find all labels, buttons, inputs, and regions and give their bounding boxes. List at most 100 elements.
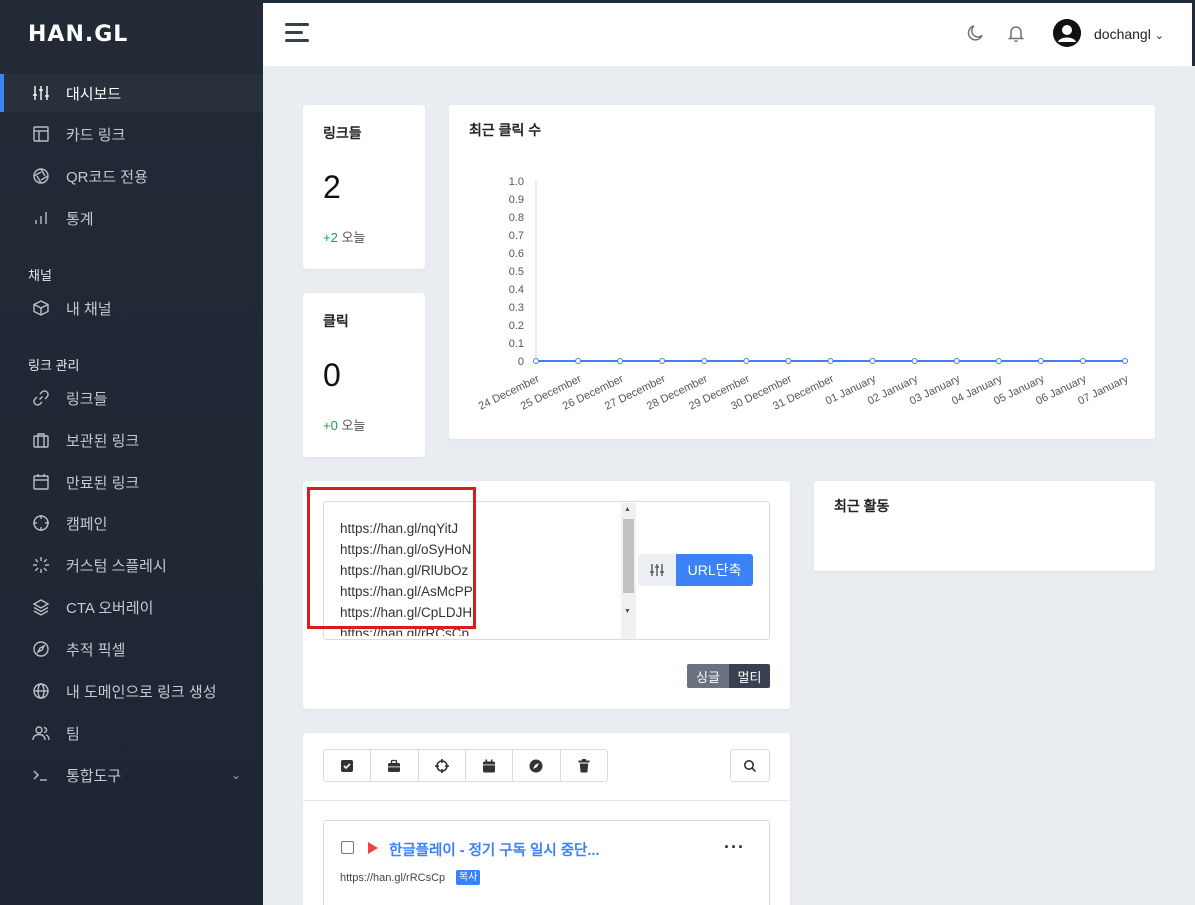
data-point [995, 358, 1002, 364]
check-square-icon [341, 759, 354, 772]
campaign-button[interactable] [419, 750, 466, 781]
recent-activity-title: 최근 활동 [834, 498, 890, 514]
single-toggle[interactable]: 싱글 [687, 664, 729, 688]
chevron-down-icon: ⌄ [1154, 30, 1164, 42]
data-point [701, 358, 708, 364]
terminal-icon [32, 766, 50, 784]
sidebar-item-expired[interactable]: 만료된 링크 [0, 463, 263, 501]
search-icon [744, 759, 757, 772]
logo[interactable]: HAN.GL [28, 22, 128, 47]
data-point [575, 358, 582, 364]
sliders-icon [650, 564, 664, 576]
data-point [533, 358, 539, 364]
options-button[interactable] [638, 554, 676, 586]
y-tick-label: 0 [518, 356, 524, 368]
compass-icon [529, 759, 543, 772]
avatar[interactable] [1053, 19, 1081, 47]
crosshair-icon [434, 758, 449, 773]
section-link-management: 링크 관리 [28, 358, 80, 373]
data-point [785, 358, 792, 364]
shortener-card: https://han.gl/nqYitJ https://han.gl/oSyH… [303, 481, 790, 709]
trash-icon [578, 758, 590, 772]
sidebar-item-links[interactable]: 링크들 [0, 379, 263, 417]
layers-icon [32, 598, 50, 616]
more-options-icon[interactable]: ··· [724, 837, 745, 858]
aperture-icon [32, 167, 50, 185]
sidebar-item-splash[interactable]: 커스텀 스플레시 [0, 546, 263, 584]
shorten-button[interactable]: URL단축 [676, 554, 753, 586]
scrollbar-thumb[interactable] [623, 519, 634, 593]
moon-icon[interactable] [966, 23, 988, 45]
sidebar-item-domain[interactable]: 내 도메인으로 링크 생성 [0, 672, 263, 710]
compass-icon [32, 640, 50, 658]
sidebar-item-archived[interactable]: 보관된 링크 [0, 421, 263, 459]
sidebar-item-label: 커스텀 스플레시 [66, 557, 167, 575]
loader-icon [32, 556, 50, 574]
link-icon [32, 389, 50, 407]
users-icon [32, 724, 50, 742]
data-point [827, 358, 834, 364]
data-point [617, 358, 624, 364]
delta-value: +0 [323, 418, 338, 433]
chevron-down-icon: ⌄ [230, 768, 241, 782]
link-list-card: 한글플레이 - 정기 구독 일시 중단... ··· https://han.g… [303, 733, 790, 905]
list-item: 한글플레이 - 정기 구독 일시 중단... ··· https://han.g… [323, 820, 770, 905]
sidebar-item-cta[interactable]: CTA 오버레이 [0, 588, 263, 626]
stat-delta: +0 오늘 [323, 415, 365, 434]
section-channel: 채널 [28, 268, 52, 283]
calendar-icon [483, 759, 496, 772]
textarea-scrollbar[interactable]: ▲ ▼ [621, 503, 636, 639]
y-tick-label: 0.2 [509, 320, 524, 332]
data-point [1122, 358, 1128, 364]
calendar-icon [32, 473, 50, 491]
data-point [953, 358, 960, 364]
sidebar-item-team[interactable]: 팀 [0, 714, 263, 752]
menu-toggle-icon[interactable] [285, 23, 309, 43]
sidebar-item-dashboard[interactable]: 대시보드 [0, 74, 263, 112]
link-url[interactable]: https://han.gl/rRCsCp [340, 872, 445, 884]
username: dochangl [1094, 26, 1151, 42]
select-all-button[interactable] [324, 750, 372, 781]
delete-button[interactable] [561, 750, 607, 781]
sidebar-item-label: 카드 링크 [66, 126, 126, 144]
scroll-up-icon[interactable]: ▲ [624, 506, 631, 513]
link-title[interactable]: 한글플레이 - 정기 구독 일시 중단... [389, 839, 599, 860]
topbar: dochangl ⌄ [263, 0, 1195, 66]
bulk-toolbar [323, 749, 608, 782]
y-tick-label: 1.0 [509, 176, 524, 188]
scroll-down-icon[interactable]: ▼ [624, 608, 631, 615]
briefcase-icon [32, 431, 50, 449]
data-point [1079, 358, 1086, 364]
divider [303, 800, 790, 801]
layout-icon [32, 125, 50, 143]
data-point [659, 358, 666, 364]
y-tick-label: 0.3 [509, 302, 524, 314]
sidebar-item-pixel[interactable]: 추적 픽셀 [0, 630, 263, 668]
delta-value: +2 [323, 230, 338, 245]
bell-icon[interactable] [1006, 23, 1028, 45]
data-point [743, 358, 750, 364]
search-button[interactable] [730, 749, 770, 782]
row-checkbox[interactable] [341, 841, 354, 854]
sidebar-item-card-link[interactable]: 카드 링크 [0, 115, 263, 153]
sidebar-item-label: 통계 [66, 210, 94, 228]
username-dropdown[interactable]: dochangl ⌄ [1094, 26, 1164, 42]
sidebar-item-label: 통합도구 [66, 767, 122, 785]
data-point [1037, 358, 1044, 364]
sidebar-item-label: 만료된 링크 [66, 474, 140, 492]
archive-button[interactable] [371, 750, 419, 781]
delta-label: 오늘 [341, 418, 366, 433]
sidebar-item-qr[interactable]: QR코드 전용 [0, 157, 263, 195]
sidebar-item-label: 내 도메인으로 링크 생성 [66, 683, 217, 701]
sidebar-item-campaign[interactable]: 캠페인 [0, 504, 263, 542]
expire-button[interactable] [466, 750, 514, 781]
sidebar-item-stats[interactable]: 통계 [0, 199, 263, 237]
sidebar-item-label: 팀 [66, 725, 80, 743]
sidebar-item-my-channel[interactable]: 내 채널 [0, 289, 263, 327]
sidebar-item-label: 링크들 [66, 390, 108, 408]
sidebar-item-integrations[interactable]: 통합도구 ⌄ [0, 756, 263, 794]
y-tick-label: 0.1 [509, 338, 524, 350]
multi-toggle[interactable]: 멀티 [729, 664, 770, 688]
copy-button[interactable]: 복사 [456, 870, 481, 885]
pixel-button[interactable] [513, 750, 561, 781]
